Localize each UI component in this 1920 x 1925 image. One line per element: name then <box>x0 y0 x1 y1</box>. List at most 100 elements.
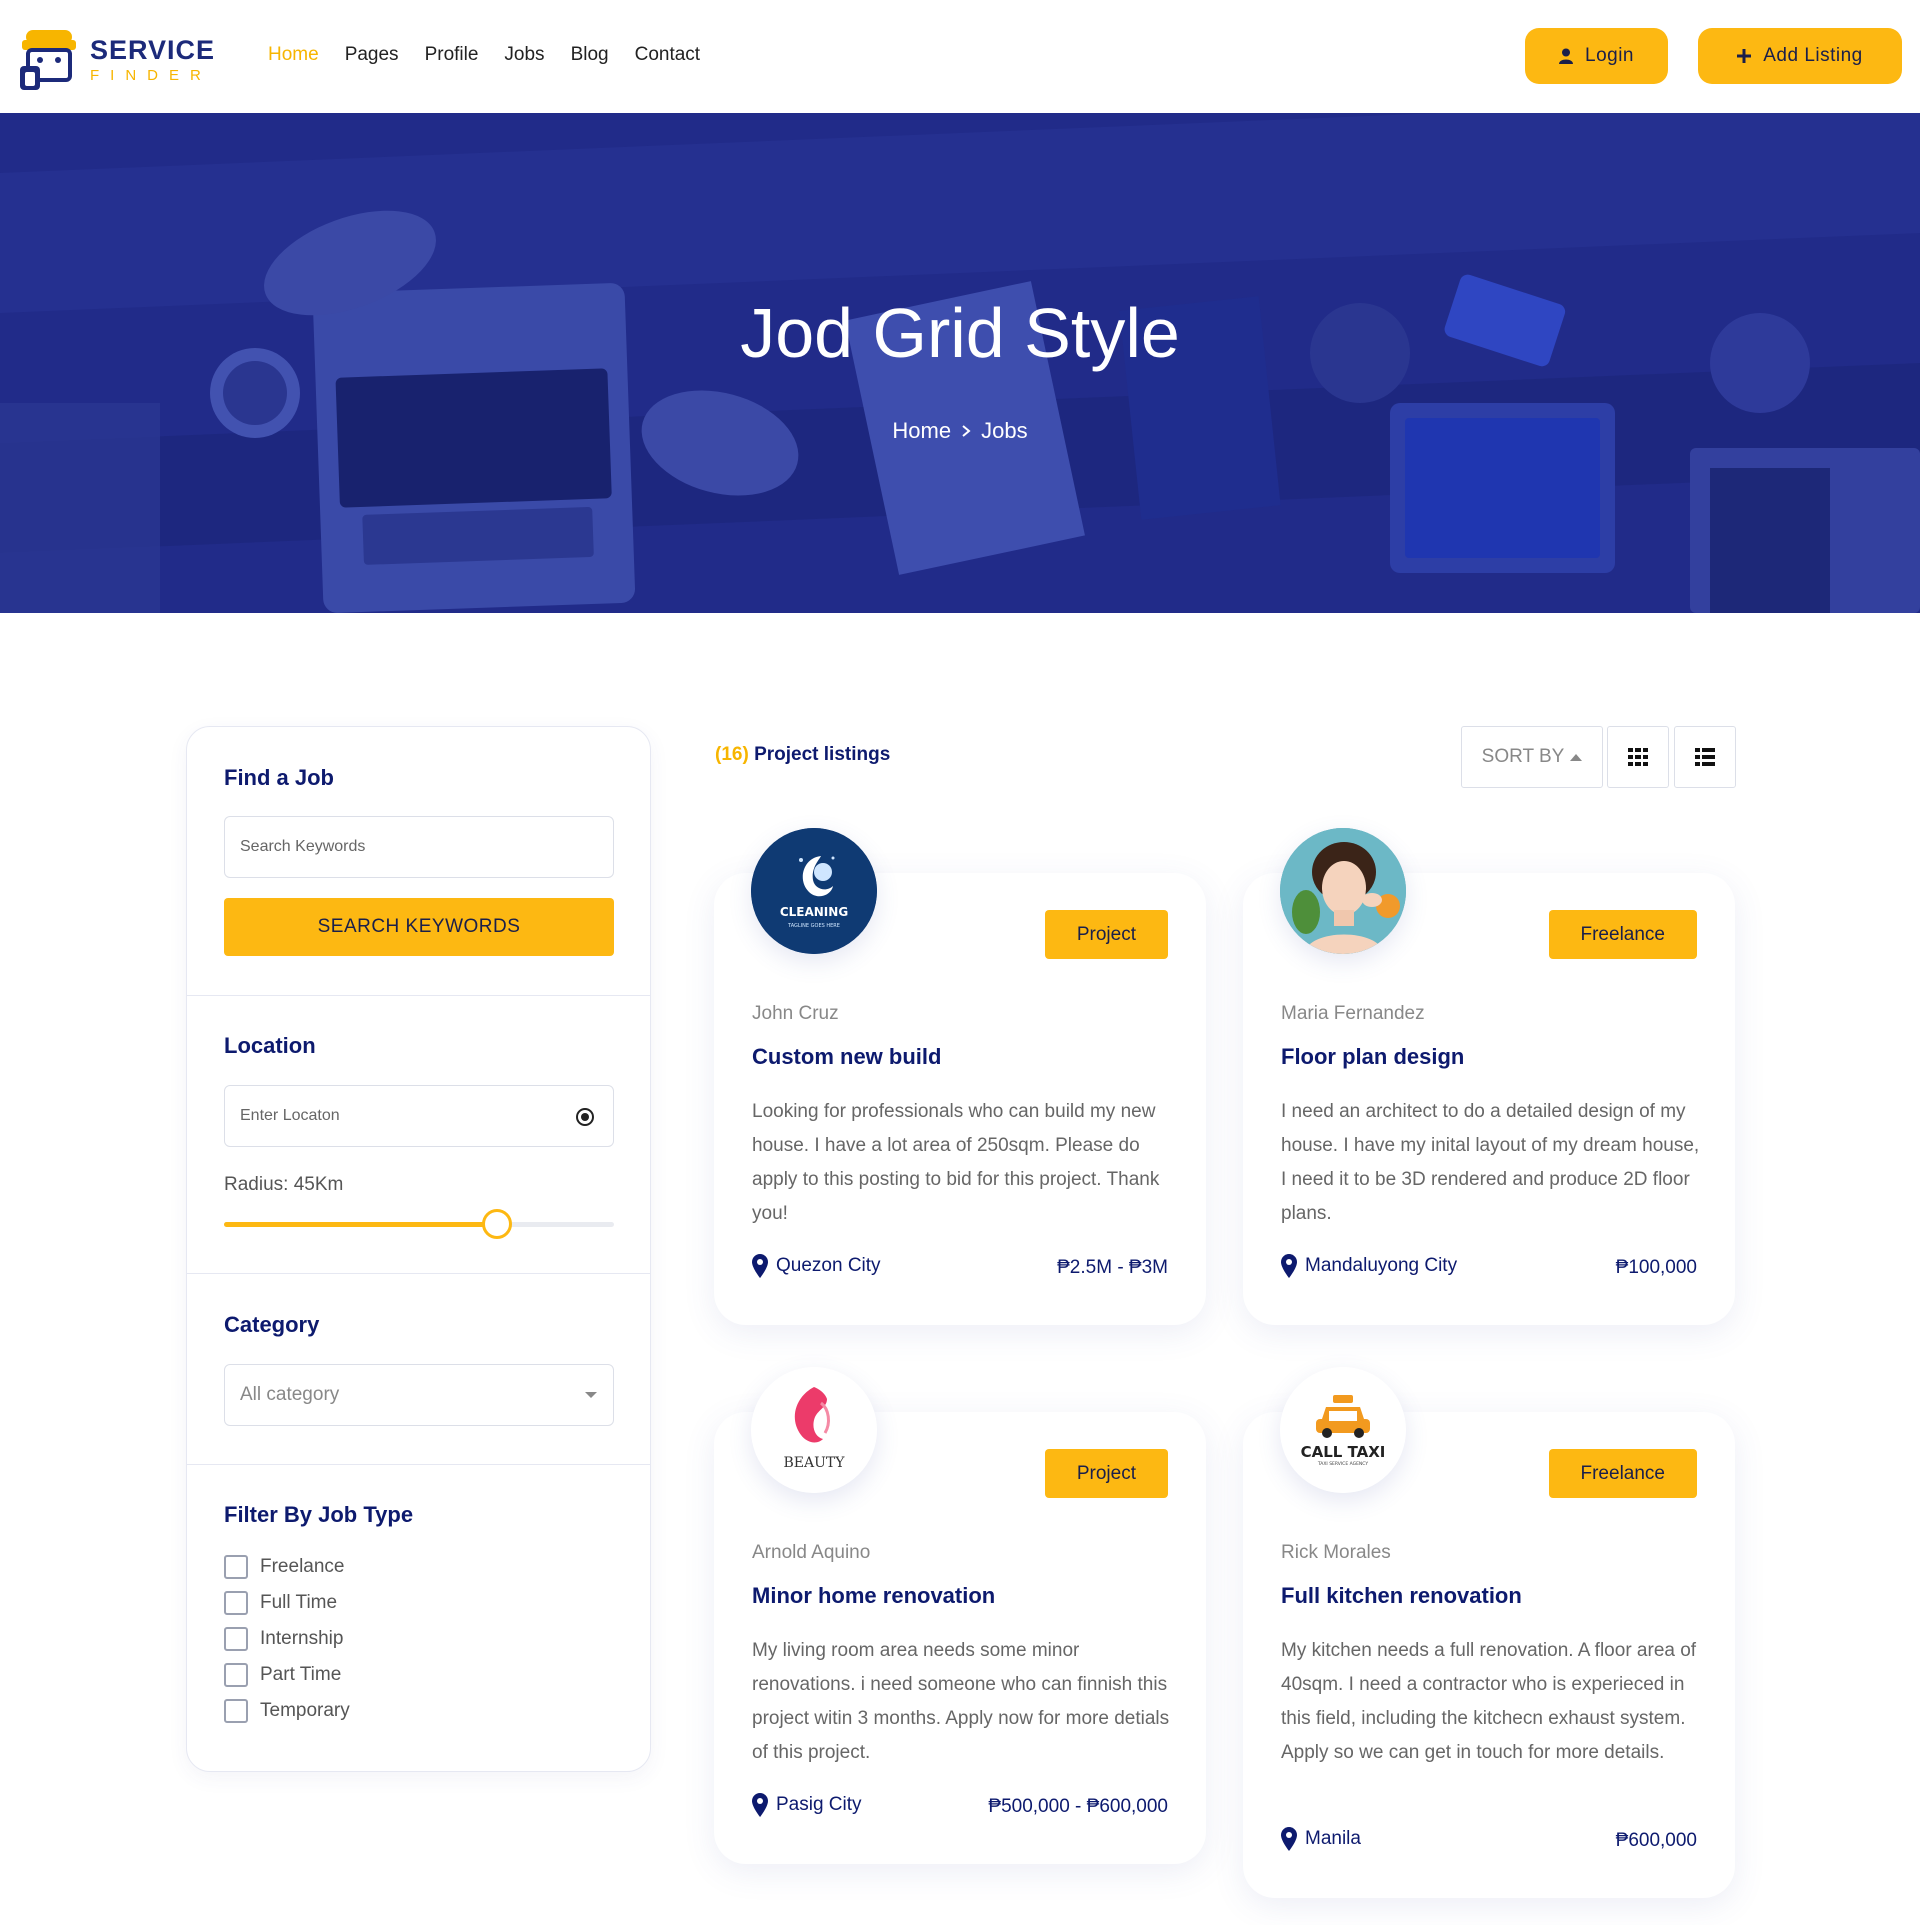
job-card[interactable]: CLEANING TAGLINE GOES HERE Project John … <box>714 828 1206 1325</box>
grid-view-button[interactable] <box>1607 726 1669 788</box>
user-icon <box>1559 48 1573 64</box>
breadcrumb-home[interactable]: Home <box>892 418 951 444</box>
job-title[interactable]: Minor home renovation <box>752 1583 995 1609</box>
checkbox[interactable] <box>224 1699 248 1723</box>
plus-icon <box>1737 49 1752 63</box>
job-description: I need an architect to do a detailed des… <box>1281 1101 1700 1224</box>
job-type-label: Internship <box>260 1628 344 1649</box>
call-taxi-logo-icon: CALL TAXI TAXI SERVICE AGENCY <box>1280 1367 1406 1493</box>
brand-subname: FINDER <box>90 67 212 84</box>
logo-subtext: TAXI SERVICE AGENCY <box>1317 1461 1368 1467</box>
job-type-option-full-time[interactable]: Full Time <box>224 1591 337 1615</box>
job-type-option-internship[interactable]: Internship <box>224 1627 343 1651</box>
job-card[interactable]: CALL TAXI TAXI SERVICE AGENCY Freelance … <box>1243 1367 1735 1898</box>
login-label: Login <box>1585 45 1634 66</box>
company-logo: BEAUTY <box>751 1367 877 1493</box>
radius-label: Radius: 45Km <box>224 1174 344 1195</box>
job-author: Arnold Aquino <box>752 1542 871 1563</box>
chevron-right-icon <box>962 425 971 437</box>
sort-by-dropdown[interactable]: SORT BY <box>1461 726 1603 788</box>
map-pin-icon <box>1281 1827 1297 1851</box>
job-description: Looking for professionals who can build … <box>752 1101 1160 1224</box>
logo-text: BEAUTY <box>784 1455 846 1471</box>
job-location-text: Manila <box>1305 1828 1361 1849</box>
nav-item-contact[interactable]: Contact <box>635 44 700 66</box>
list-icon <box>1695 748 1715 766</box>
checkbox[interactable] <box>224 1627 248 1651</box>
job-type-option-temporary[interactable]: Temporary <box>224 1699 350 1723</box>
checkbox[interactable] <box>224 1663 248 1687</box>
category-selected: All category <box>240 1384 340 1405</box>
job-title[interactable]: Full kitchen renovation <box>1281 1583 1522 1609</box>
logo-text: CLEANING <box>780 905 848 919</box>
listing-count-label: Project listings <box>754 744 891 765</box>
map-pin-icon <box>752 1254 768 1278</box>
sidebar-divider <box>187 1273 650 1274</box>
filter-sidebar: Find a Job Search Keywords SEARCH KEYWOR… <box>186 726 651 1772</box>
job-type-option-part-time[interactable]: Part Time <box>224 1663 341 1687</box>
sidebar-divider <box>187 995 650 996</box>
job-description: My living room area needs some minor ren… <box>752 1640 1170 1763</box>
job-type-badge: Project <box>1044 1449 1168 1498</box>
nav-item-pages[interactable]: Pages <box>345 44 399 66</box>
brand-logo[interactable]: SERVICE FINDER <box>18 26 215 94</box>
job-price: ₱500,000 - ₱600,000 <box>988 1796 1168 1817</box>
company-logo: CALL TAXI TAXI SERVICE AGENCY <box>1280 1367 1406 1493</box>
add-listing-button[interactable]: Add Listing <box>1698 28 1902 84</box>
job-location-text: Pasig City <box>776 1794 862 1815</box>
job-card[interactable]: BEAUTY Project Arnold Aquino Minor home … <box>714 1367 1206 1864</box>
job-author: Rick Morales <box>1281 1542 1391 1563</box>
hero-banner: Jod Grid Style Home Jobs <box>0 113 1920 613</box>
cleaning-logo-icon: CLEANING TAGLINE GOES HERE <box>751 828 877 954</box>
login-button[interactable]: Login <box>1525 28 1668 84</box>
company-logo <box>1280 828 1406 954</box>
logo-text: CALL TAXI <box>1301 1443 1386 1461</box>
breadcrumb: Home Jobs <box>0 418 1920 444</box>
breadcrumb-jobs: Jobs <box>981 418 1028 443</box>
job-location: Mandaluyong City <box>1281 1254 1457 1278</box>
job-location: Quezon City <box>752 1254 881 1278</box>
radius-slider[interactable] <box>224 1209 614 1239</box>
company-logo: CLEANING TAGLINE GOES HERE <box>751 828 877 954</box>
location-input[interactable]: Enter Locaton <box>224 1085 614 1147</box>
list-view-button[interactable] <box>1674 726 1736 788</box>
search-keywords-input[interactable]: Search Keywords <box>224 816 614 878</box>
brand-name: SERVICE <box>90 35 216 65</box>
category-heading: Category <box>224 1312 320 1337</box>
job-author: John Cruz <box>752 1003 839 1024</box>
page-title: Jod Grid Style <box>740 294 1180 372</box>
nav-item-jobs[interactable]: Jobs <box>504 44 544 66</box>
add-listing-label: Add Listing <box>1763 45 1863 66</box>
job-title[interactable]: Custom new build <box>752 1044 941 1070</box>
job-type-label: Full Time <box>260 1592 338 1613</box>
radius-slider-handle[interactable] <box>482 1209 512 1239</box>
job-card[interactable]: Freelance Maria Fernandez Floor plan des… <box>1243 828 1735 1325</box>
map-pin-icon <box>752 1793 768 1817</box>
caret-down-icon <box>585 1392 597 1398</box>
job-price: ₱600,000 <box>1615 1830 1697 1851</box>
nav-item-home[interactable]: Home <box>268 44 319 66</box>
checkbox[interactable] <box>224 1555 248 1579</box>
listing-count-number: (16) <box>715 744 749 765</box>
job-location: Manila <box>1281 1827 1361 1851</box>
listing-count: (16) Project listings <box>715 744 890 766</box>
category-select[interactable]: All category <box>224 1364 614 1426</box>
job-type-label: Part Time <box>260 1664 342 1685</box>
nav-item-profile[interactable]: Profile <box>425 44 479 66</box>
location-placeholder: Enter Locaton <box>240 1107 340 1124</box>
nav-item-blog[interactable]: Blog <box>571 44 609 66</box>
map-pin-icon <box>1281 1254 1297 1278</box>
job-price: ₱100,000 <box>1615 1257 1697 1278</box>
checkbox[interactable] <box>224 1591 248 1615</box>
job-title[interactable]: Floor plan design <box>1281 1044 1464 1070</box>
search-keywords-button[interactable]: SEARCH KEYWORDS <box>224 898 614 956</box>
job-type-option-freelance[interactable]: Freelance <box>224 1555 345 1579</box>
job-type-badge: Freelance <box>1548 1449 1697 1498</box>
beauty-logo-icon: BEAUTY <box>751 1367 877 1493</box>
radius-slider-fill <box>224 1222 497 1227</box>
find-job-heading: Find a Job <box>224 765 334 790</box>
locate-target-icon[interactable] <box>575 1107 595 1127</box>
caret-up-icon <box>1570 754 1583 761</box>
job-location-text: Mandaluyong City <box>1305 1255 1458 1276</box>
job-location-text: Quezon City <box>776 1255 881 1276</box>
